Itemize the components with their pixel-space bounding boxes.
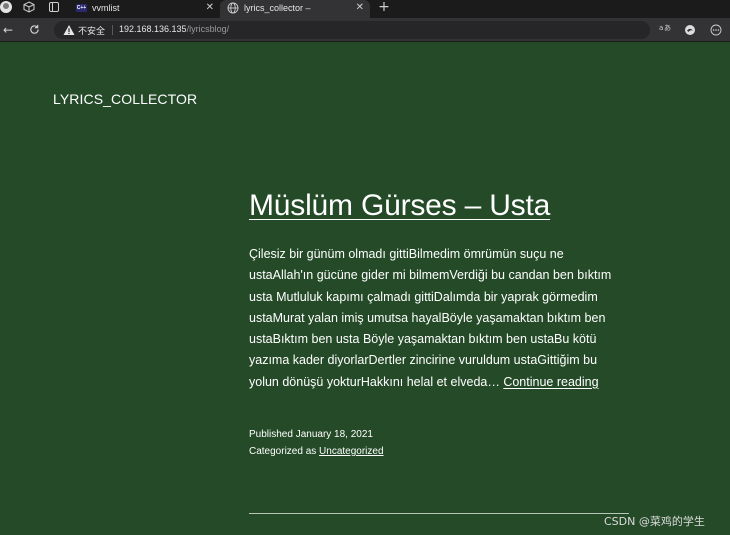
address-toolbar: ← 不安全 192.168.136.135/lyricsblog/ aあ xyxy=(0,18,730,42)
url-host: 192.168.136.135 xyxy=(119,24,187,34)
reload-icon[interactable] xyxy=(26,22,42,38)
category-link[interactable]: Uncategorized xyxy=(319,446,383,457)
site-title[interactable]: LYRICS_COLLECTOR xyxy=(53,91,197,107)
divider xyxy=(112,25,113,35)
cpp-icon: C++ xyxy=(76,4,87,12)
more-options-icon[interactable] xyxy=(708,22,724,38)
close-icon[interactable]: ✕ xyxy=(356,2,364,13)
tab-actions-icon[interactable] xyxy=(47,1,61,15)
tab-vvmlist[interactable]: C++ vvmlist ✕ xyxy=(68,0,220,18)
tab-label: vvmlist xyxy=(92,3,120,13)
tab-label: lyrics_collector – xyxy=(244,3,311,13)
post-excerpt: Çilesiz bir günüm olmadı gittiBilmedim ö… xyxy=(249,244,619,393)
tab-lyrics-collector[interactable]: lyrics_collector – ✕ xyxy=(220,0,370,18)
category-prefix: Categorized as xyxy=(249,446,320,457)
continue-reading-link[interactable]: Continue reading xyxy=(503,375,598,389)
url-text[interactable]: 192.168.136.135/lyricsblog/ xyxy=(119,24,229,34)
security-label[interactable]: 不安全 xyxy=(78,24,105,37)
excerpt-text: Çilesiz bir günüm olmadı gittiBilmedim ö… xyxy=(249,247,612,389)
post-separator xyxy=(249,513,629,514)
svg-text:あ: あ xyxy=(664,24,671,32)
tab-strip: C++ vvmlist ✕ lyrics_collector – ✕ + xyxy=(0,0,730,18)
url-path: /lyricsblog/ xyxy=(186,24,230,34)
workspaces-icon[interactable] xyxy=(22,1,36,15)
post-title-link[interactable]: Müslüm Gürses – Usta xyxy=(249,189,550,223)
published-date: Published January 18, 2021 xyxy=(249,429,373,440)
back-arrow-icon[interactable]: ← xyxy=(0,22,16,38)
globe-icon xyxy=(227,2,239,14)
watermark: CSDN @菜鸡的学生 xyxy=(604,515,705,528)
new-tab-plus-icon[interactable]: + xyxy=(376,0,392,16)
warning-icon[interactable] xyxy=(63,24,75,36)
address-bar[interactable]: 不安全 192.168.136.135/lyricsblog/ xyxy=(54,21,650,39)
read-aloud-icon[interactable]: aあ xyxy=(657,22,673,38)
profile-avatar[interactable] xyxy=(0,1,12,13)
svg-text:a: a xyxy=(659,24,663,32)
post-meta: Published January 18, 2021 Categorized a… xyxy=(249,426,384,460)
close-icon[interactable]: ✕ xyxy=(206,2,214,13)
edge-icon[interactable] xyxy=(682,22,698,38)
category-line: Categorized as Uncategorized xyxy=(249,443,384,460)
